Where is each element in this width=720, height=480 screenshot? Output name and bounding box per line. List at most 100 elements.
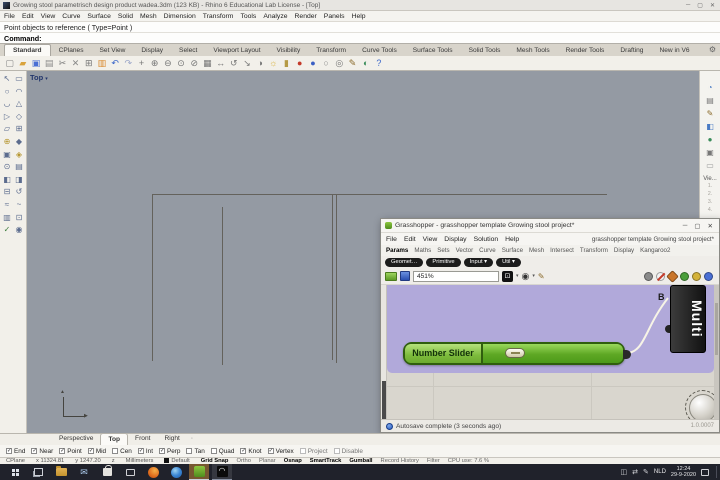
minimize-button[interactable]: ─ [686, 2, 690, 9]
firefox-button[interactable] [143, 464, 163, 480]
preview-yellow-sphere-icon[interactable] [692, 272, 701, 281]
tab-render-tools[interactable]: Render Tools [558, 45, 613, 56]
slider-to-multi-wire[interactable] [627, 298, 668, 353]
curve-line-vertical-2[interactable] [222, 207, 223, 365]
preview-green-sphere-icon[interactable] [680, 272, 689, 281]
gh-menu-item[interactable]: View [423, 236, 438, 243]
menu-item[interactable]: Analyze [263, 13, 287, 20]
file-explorer-button[interactable] [51, 464, 71, 480]
sidebar-tool-icon[interactable]: ⊕ [1, 136, 13, 149]
sidebar-tool-icon[interactable]: ⊟ [1, 186, 13, 199]
sidebar-tool-icon[interactable]: ✓ [1, 224, 13, 237]
earth-icon[interactable]: ◐ [359, 57, 372, 70]
number-slider-component[interactable]: Number Slider [403, 342, 625, 365]
gh-save-file-icon[interactable] [400, 271, 410, 281]
tab-display[interactable]: Display [133, 45, 171, 56]
language-indicator[interactable]: NLD [654, 469, 666, 475]
menu-item[interactable]: View [41, 13, 56, 20]
gh-tab-vector[interactable]: Vector [456, 247, 474, 254]
preview-blue-sphere-icon[interactable] [704, 272, 713, 281]
shaded-sphere-blue-icon[interactable]: ● [306, 57, 319, 70]
osnap-checkbox[interactable]: Quad [211, 448, 235, 455]
checkbox-icon[interactable] [59, 448, 65, 454]
menu-item[interactable]: Help [352, 13, 366, 20]
sidebar-tool-icon[interactable]: ▭ [13, 73, 25, 86]
delete-icon[interactable]: ✕ [69, 57, 82, 70]
sidebar-tool-icon[interactable]: ▤ [13, 161, 25, 174]
tab-transform[interactable]: Transform [308, 45, 354, 56]
checkbox-icon[interactable] [334, 448, 340, 454]
menu-item[interactable]: Surface [87, 13, 110, 20]
menu-item[interactable]: Render [295, 13, 317, 20]
action-center-icon[interactable] [701, 469, 709, 476]
help-icon[interactable]: ? [372, 57, 385, 70]
gh-tab-surface[interactable]: Surface [502, 247, 523, 254]
viewport-tab-perspective[interactable]: Perspective [52, 433, 100, 445]
curve-line-vertical-3[interactable] [332, 194, 333, 360]
start-button[interactable] [5, 464, 25, 480]
new-viewport-icon[interactable]: ◦ [191, 434, 193, 445]
command-input[interactable]: Command: [0, 33, 720, 44]
sidebar-tool-icon[interactable]: ▱ [1, 123, 13, 136]
gh-group-input[interactable]: Input ▾ [464, 258, 493, 267]
gh-menu-item[interactable]: Edit [404, 236, 416, 243]
new-file-icon[interactable]: ▢ [3, 57, 16, 70]
tab-cplanes[interactable]: CPlanes [51, 45, 92, 56]
checkbox-icon[interactable] [112, 448, 118, 454]
annotate-icon[interactable]: ✎ [346, 57, 359, 70]
gh-tab-params[interactable]: Params [386, 247, 408, 254]
chat-button[interactable] [120, 464, 140, 480]
osnap-checkbox[interactable]: Cen [112, 448, 132, 455]
tab-set-view[interactable]: Set View [92, 45, 134, 56]
curve-line-vertical-4[interactable] [336, 194, 337, 363]
gh-minimize-button[interactable]: ─ [683, 222, 688, 230]
copy-icon[interactable]: ⊞ [82, 57, 95, 70]
sidebar-tool-icon[interactable]: ◆ [13, 136, 25, 149]
gh-zoom-extents-icon[interactable]: ⊡ [502, 271, 513, 282]
material-panel-icon[interactable]: ● [700, 133, 720, 146]
osnap-checkbox[interactable]: Vertex [268, 448, 294, 455]
paste-icon[interactable]: ▥ [95, 57, 108, 70]
gh-tab-kangaroo2[interactable]: Kangaroo2 [640, 247, 670, 254]
shaded-sphere-white-icon[interactable]: ○ [320, 57, 333, 70]
grasshopper-window[interactable]: Grasshopper - grasshopper template Growi… [380, 218, 720, 433]
sidebar-tool-icon[interactable]: ↺ [13, 186, 25, 199]
menu-item[interactable]: Edit [22, 13, 34, 20]
canvas-sphere-widget[interactable] [689, 394, 717, 419]
checkbox-icon[interactable] [6, 448, 12, 454]
viewport-tab-front[interactable]: Front [128, 433, 157, 445]
sidebar-tool-icon[interactable]: ⊙ [1, 161, 13, 174]
osnap-checkbox[interactable]: Project [300, 448, 328, 455]
gh-tab-intersect[interactable]: Intersect [550, 247, 574, 254]
gh-tab-transform[interactable]: Transform [580, 247, 608, 254]
grasshopper-canvas[interactable]: Number Slider B Multi [381, 285, 719, 419]
shaded-sphere-red-icon[interactable]: ● [293, 57, 306, 70]
rhino-taskbar-button[interactable]: ◠ [212, 464, 232, 480]
sidebar-tool-icon[interactable]: △ [13, 98, 25, 111]
store-button[interactable] [97, 464, 117, 480]
gh-menu-item[interactable]: File [386, 236, 397, 243]
sidebar-tool-icon[interactable]: ◉ [13, 224, 25, 237]
number-slider-track[interactable] [483, 344, 623, 363]
checkbox-icon[interactable] [186, 448, 192, 454]
osnap-checkbox[interactable]: Mid [88, 448, 106, 455]
menu-item[interactable]: Tools [240, 13, 256, 20]
menu-item[interactable]: Dimension [164, 13, 196, 20]
curve-line-horizontal[interactable] [152, 194, 607, 195]
tray-network-icon[interactable]: ⇄ [632, 468, 638, 476]
tab-solid-tools[interactable]: Solid Tools [461, 45, 509, 56]
sidebar-tool-icon[interactable]: ◡ [1, 98, 13, 111]
checkbox-icon[interactable] [31, 448, 37, 454]
sidebar-tool-icon[interactable]: ▷ [1, 111, 13, 124]
tab-standard[interactable]: Standard [4, 44, 51, 56]
gh-close-button[interactable]: ✕ [708, 222, 713, 230]
osnap-checkbox[interactable]: End [6, 448, 25, 455]
sidebar-tool-icon[interactable]: ◠ [13, 86, 25, 99]
sidebar-tool-icon[interactable]: ◈ [13, 149, 25, 162]
rotate-icon[interactable]: ↺ [227, 57, 240, 70]
tab-viewport-layout[interactable]: Viewport Layout [205, 45, 268, 56]
gh-zoom-caret-icon[interactable]: ▾ [516, 273, 519, 279]
sidebar-tool-icon[interactable]: ~ [13, 199, 25, 212]
tab-mesh-tools[interactable]: Mesh Tools [508, 45, 557, 56]
maximize-button[interactable]: ▢ [697, 2, 703, 9]
